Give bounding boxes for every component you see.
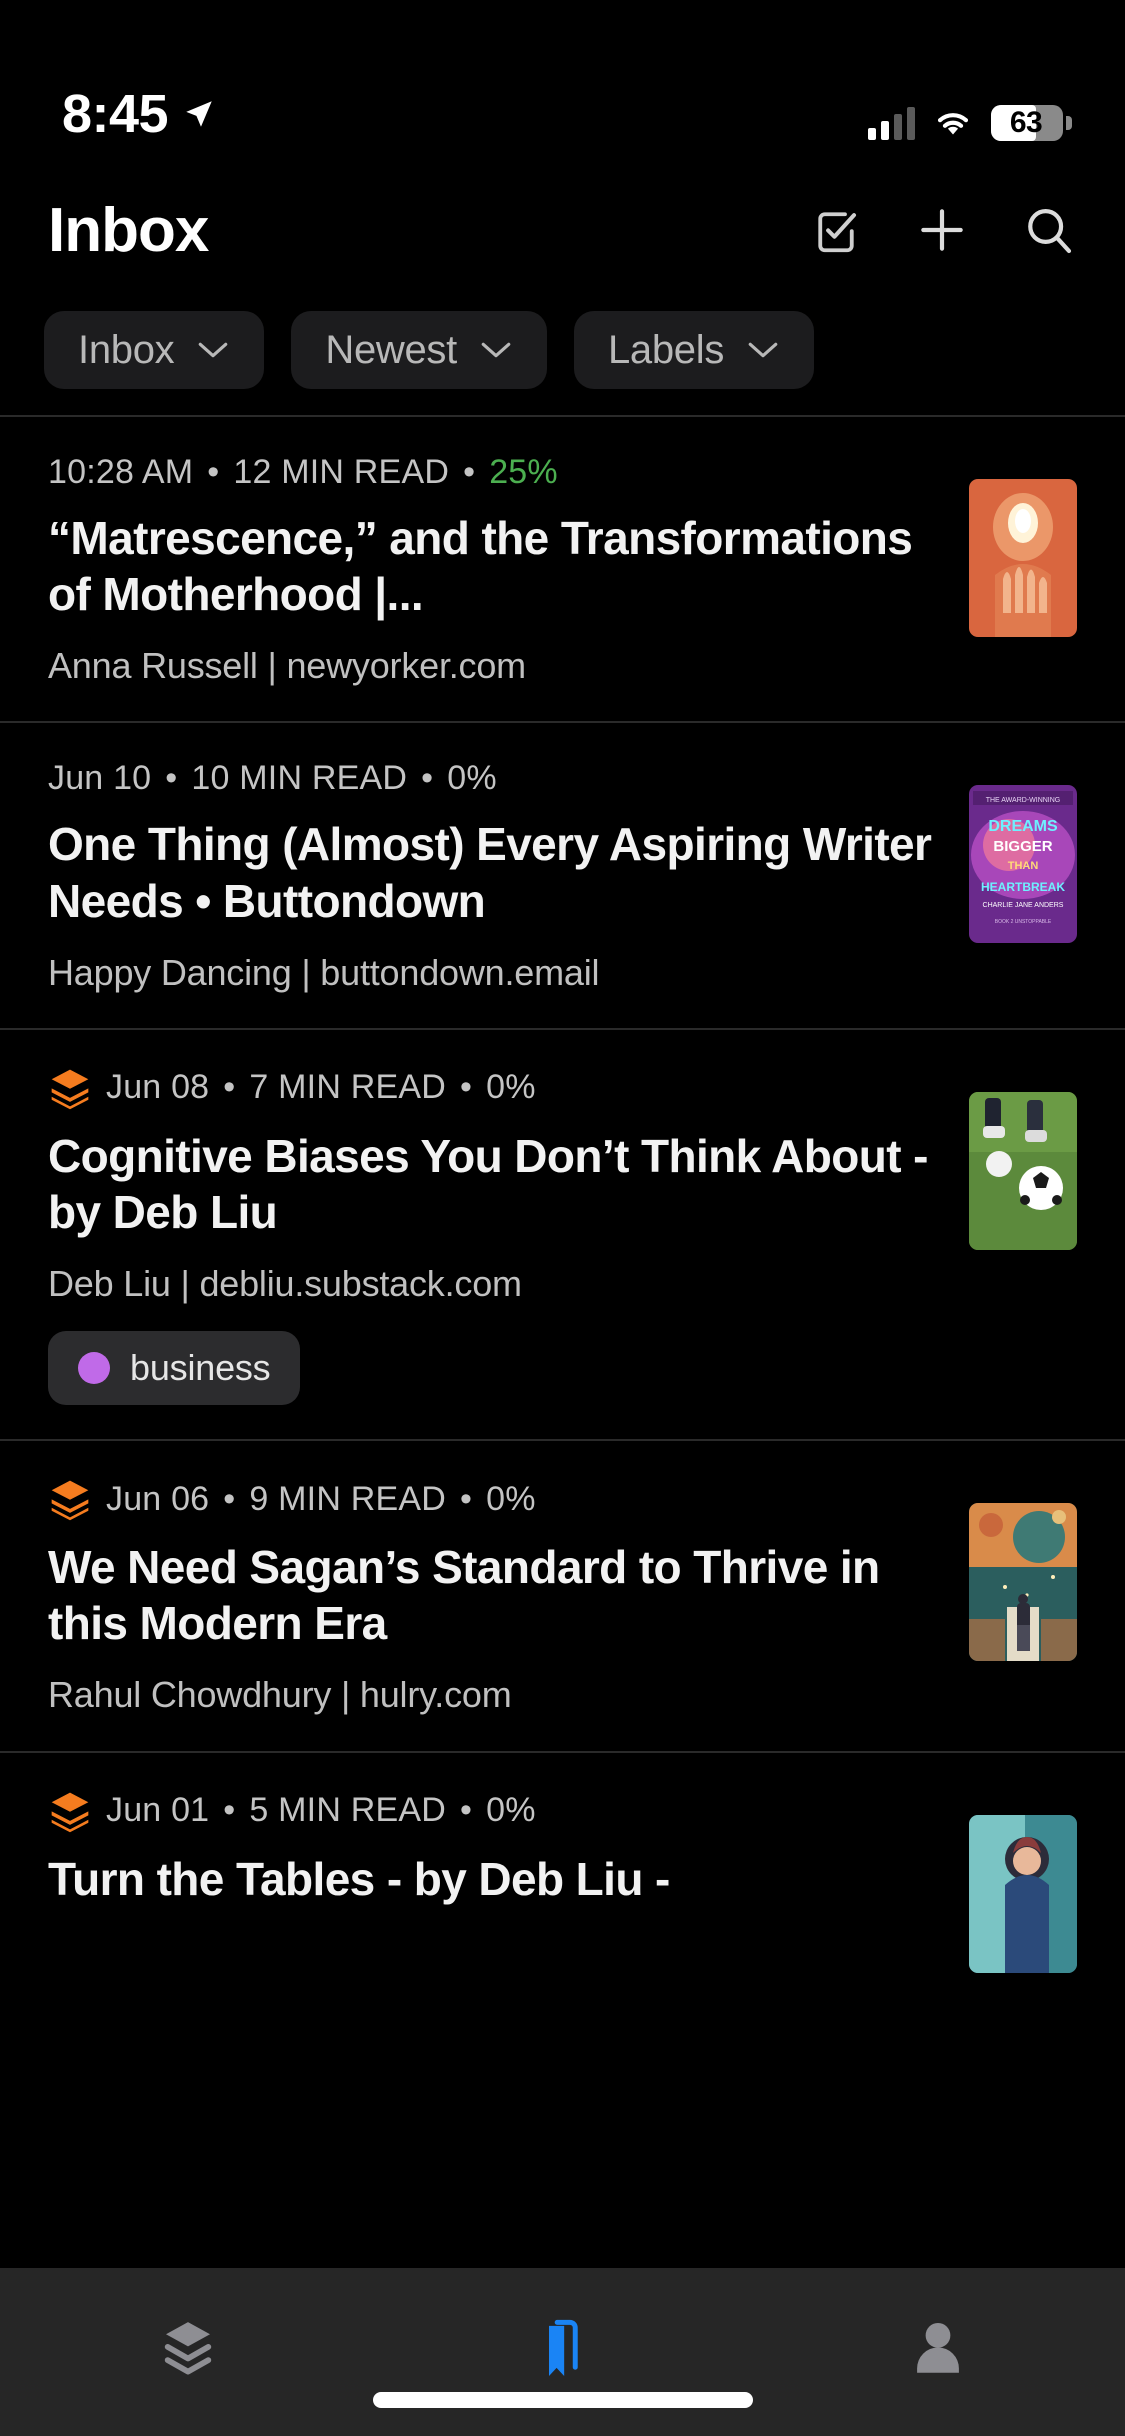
article-meta: 10:28 AM • 12 MIN READ • 25% <box>48 453 943 492</box>
article-thumbnail: THE AWARD-WINNING DREAMS BIGGER THAN HEA… <box>969 785 1077 944</box>
tab-profile[interactable] <box>750 2300 1125 2396</box>
chevron-down-icon <box>748 342 778 358</box>
article-read-time: 9 MIN READ <box>249 1479 446 1518</box>
article-title: One Thing (Almost) Every Aspiring Writer… <box>48 818 932 927</box>
article-progress: 0% <box>486 1068 536 1107</box>
article-title: “Matrescence,” and the Transformations o… <box>48 512 913 621</box>
article-meta: Jun 01 • 5 MIN READ • 0% <box>48 1789 943 1833</box>
meta-separator: • <box>223 1479 236 1518</box>
article-row[interactable]: 10:28 AM • 12 MIN READ • 25% “Matrescenc… <box>0 415 1125 721</box>
article-progress: 0% <box>486 1479 536 1518</box>
svg-text:BIGGER: BIGGER <box>993 838 1052 855</box>
svg-text:CHARLIE JANE ANDERS: CHARLIE JANE ANDERS <box>983 902 1064 909</box>
filter-chip-sort[interactable]: Newest <box>291 311 547 389</box>
stack-icon <box>51 1480 89 1521</box>
home-indicator <box>372 2392 753 2408</box>
article-thumbnail <box>969 479 1077 637</box>
filter-chip-label: Newest <box>325 327 457 372</box>
meta-separator: • <box>421 759 434 798</box>
article-date: Jun 10 <box>48 759 152 798</box>
person-icon <box>916 2322 959 2373</box>
article-row[interactable]: Jun 08 • 7 MIN READ • 0% Cognitive Biase… <box>0 1027 1125 1439</box>
meta-separator: • <box>165 759 178 798</box>
article-byline: Deb Liu | debliu.substack.com <box>48 1263 522 1305</box>
article-byline: Rahul Chowdhury | hulry.com <box>48 1674 512 1716</box>
article-thumbnail <box>969 1091 1077 1250</box>
article-thumbnail <box>969 1503 1077 1662</box>
label-name: business <box>130 1347 271 1389</box>
meta-separator: • <box>463 453 476 491</box>
article-progress: 0% <box>486 1791 536 1830</box>
meta-separator: • <box>223 1068 236 1107</box>
article-progress: 25% <box>489 453 558 491</box>
meta-separator: • <box>460 1479 473 1518</box>
bookmark-icon <box>548 2319 578 2376</box>
select-checkbox-icon[interactable] <box>807 201 865 259</box>
svg-text:THE AWARD-WINNING: THE AWARD-WINNING <box>986 797 1061 804</box>
article-meta: Jun 06 • 9 MIN READ • 0% <box>48 1477 943 1521</box>
chevron-down-icon <box>199 342 228 358</box>
meta-separator: • <box>207 453 220 491</box>
status-bar-right: 63 <box>868 105 1072 141</box>
article-thumbnail <box>969 1814 1077 1973</box>
search-icon[interactable] <box>1019 201 1077 259</box>
add-icon[interactable] <box>913 201 971 259</box>
stack-icon <box>51 1069 89 1110</box>
meta-separator: • <box>460 1068 473 1107</box>
article-progress: 0% <box>447 759 497 798</box>
article-label-chip[interactable]: business <box>48 1331 301 1406</box>
svg-text:HEARTBREAK: HEARTBREAK <box>981 880 1065 894</box>
article-title: Cognitive Biases You Don’t Think About -… <box>48 1129 928 1238</box>
article-row[interactable]: Jun 10 • 10 MIN READ • 0% One Thing (Alm… <box>0 721 1125 1027</box>
meta-separator: • <box>223 1791 236 1830</box>
page-title: Inbox <box>48 195 209 265</box>
article-meta: Jun 10 • 10 MIN READ • 0% <box>48 759 943 798</box>
layers-stack-icon <box>164 2322 211 2375</box>
navigation-header: Inbox <box>0 175 1125 285</box>
article-title: We Need Sagan’s Standard to Thrive in th… <box>48 1541 880 1650</box>
article-meta: Jun 08 • 7 MIN READ • 0% <box>48 1066 943 1110</box>
article-read-time: 12 MIN READ <box>233 453 450 491</box>
article-date: Jun 06 <box>106 1479 210 1518</box>
article-row[interactable]: Jun 01 • 5 MIN READ • 0% Turn the Tables… <box>0 1750 1125 2007</box>
article-date: 10:28 AM <box>48 453 194 491</box>
filter-chip-bar: Inbox Newest Labels <box>0 285 1125 415</box>
tab-library[interactable] <box>0 2300 375 2396</box>
stack-icon <box>51 1792 89 1832</box>
status-bar-clock: 8:45 <box>62 84 169 144</box>
article-title: Turn the Tables - by Deb Liu - <box>48 1852 670 1905</box>
article-read-time: 7 MIN READ <box>249 1068 446 1107</box>
svg-text:DREAMS: DREAMS <box>988 818 1058 835</box>
status-bar-left: 8:45 <box>62 87 216 141</box>
filter-chip-label: Inbox <box>78 327 175 372</box>
article-read-time: 5 MIN READ <box>249 1791 446 1830</box>
tab-bookmarks[interactable] <box>375 2300 750 2396</box>
cellular-signal-icon <box>868 106 915 140</box>
article-byline: Happy Dancing | buttondown.email <box>48 951 600 993</box>
svg-text:BOOK 2 UNSTOPPABLE: BOOK 2 UNSTOPPABLE <box>995 919 1052 925</box>
location-arrow-icon <box>186 101 212 127</box>
article-date: Jun 08 <box>106 1068 210 1107</box>
article-row[interactable]: Jun 06 • 9 MIN READ • 0% We Need Sagan’s… <box>0 1439 1125 1750</box>
battery-indicator: 63 <box>991 105 1072 141</box>
filter-chip-labels[interactable]: Labels <box>573 311 815 389</box>
filter-chip-label: Labels <box>607 327 725 372</box>
wifi-icon <box>937 113 969 135</box>
article-read-time: 10 MIN READ <box>191 759 408 798</box>
article-date: Jun 01 <box>106 1791 210 1830</box>
label-color-dot <box>78 1352 110 1385</box>
status-bar: 8:45 63 <box>0 0 1125 175</box>
app-screen: 8:45 63 Inbox Inbox Newest Labels 10:28 … <box>0 0 1125 2436</box>
filter-chip-inbox[interactable]: Inbox <box>44 311 265 389</box>
article-list[interactable]: 10:28 AM • 12 MIN READ • 25% “Matrescenc… <box>0 415 1125 2268</box>
bottom-tab-bar <box>0 2268 1125 2436</box>
chevron-down-icon <box>481 342 511 358</box>
battery-percent-label: 63 <box>1009 106 1043 139</box>
header-actions <box>807 201 1077 259</box>
meta-separator: • <box>460 1791 473 1830</box>
svg-text:THAN: THAN <box>1008 860 1039 872</box>
article-byline: Anna Russell | newyorker.com <box>48 645 526 687</box>
